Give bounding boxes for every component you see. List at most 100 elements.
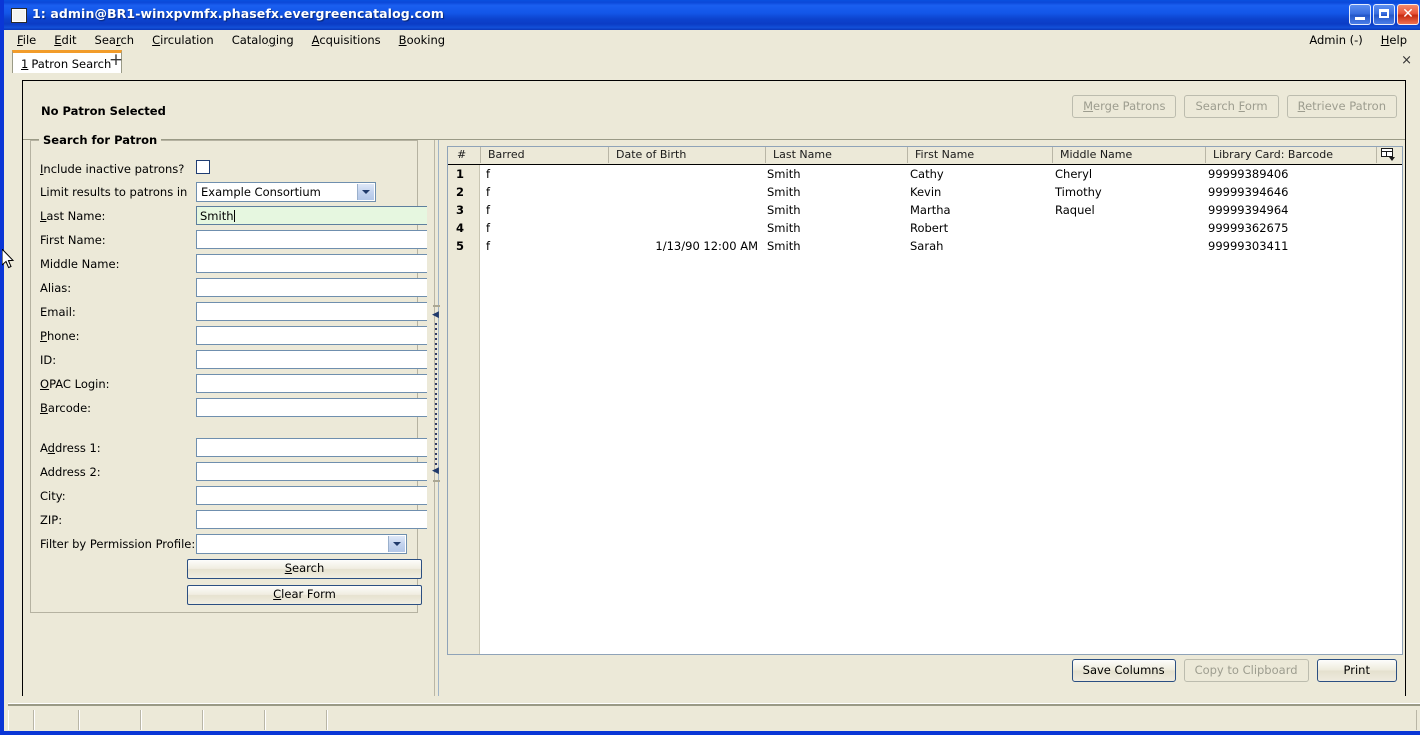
status-segment xyxy=(203,710,265,730)
search-fieldset-legend: Search for Patron xyxy=(39,133,162,147)
splitter-collapse-left-icon-2[interactable]: ◀ xyxy=(432,467,440,476)
splitter-nub-bottom xyxy=(433,480,440,482)
cell-last-name: Smith xyxy=(767,185,801,199)
table-row[interactable]: 3 f Smith Martha Raquel 99999394964 xyxy=(448,201,1402,219)
cell-barred: f xyxy=(486,185,491,199)
menu-help[interactable]: Help xyxy=(1372,31,1416,49)
field-city: City: xyxy=(40,486,431,508)
menu-file[interactable]: File xyxy=(8,31,45,49)
row-number: 5 xyxy=(455,239,464,253)
row-number: 1 xyxy=(455,167,464,181)
maximize-button[interactable] xyxy=(1373,4,1395,25)
menu-admin[interactable]: Admin (-) xyxy=(1300,31,1371,49)
menu-search[interactable]: Search xyxy=(86,31,144,49)
cell-last-name: Smith xyxy=(767,221,801,235)
first-name-input[interactable] xyxy=(196,230,431,249)
status-segment xyxy=(8,710,34,730)
search-form-button[interactable]: Search Form xyxy=(1184,95,1279,118)
cell-barcode: 99999394646 xyxy=(1208,185,1289,199)
city-input[interactable] xyxy=(196,486,431,505)
field-label: First Name: xyxy=(40,233,106,247)
field-label: Alias: xyxy=(40,281,72,295)
field-label: Phone: xyxy=(40,329,80,343)
last-name-input[interactable]: Smith xyxy=(196,206,431,225)
menu-circulation[interactable]: Circulation xyxy=(143,31,223,49)
field-zip: ZIP: xyxy=(40,510,431,532)
splitter-line-2 xyxy=(438,140,439,696)
menu-acquisitions[interactable]: Acquisitions xyxy=(303,31,390,49)
patron-status-bar: No Patron Selected Merge Patrons Search … xyxy=(23,81,1405,140)
id-input[interactable] xyxy=(196,350,431,369)
email-input[interactable] xyxy=(196,302,431,321)
print-button[interactable]: Print xyxy=(1316,659,1397,682)
field-phone: Phone: xyxy=(40,326,431,348)
cell-dob xyxy=(608,165,758,183)
zip-input[interactable] xyxy=(196,510,431,529)
close-button[interactable]: ✕ xyxy=(1397,4,1419,25)
field-limit-results: Limit results to patrons in Example Cons… xyxy=(40,182,410,204)
title-bar[interactable]: 1: admin@BR1-winxpvmfx.phasefx.evergreen… xyxy=(4,0,1420,30)
cell-barred: f xyxy=(486,203,491,217)
field-label: Middle Name: xyxy=(40,257,120,271)
search-fieldset: Search for Patron Include inactive patro… xyxy=(30,133,431,613)
cell-first-name: Sarah xyxy=(910,239,944,253)
patron-status-label: No Patron Selected xyxy=(41,104,166,118)
minimize-button[interactable] xyxy=(1349,4,1371,25)
middle-name-input[interactable] xyxy=(196,254,431,273)
cell-dob xyxy=(608,183,758,201)
row-number: 4 xyxy=(455,221,464,235)
copy-to-clipboard-button[interactable]: Copy to Clipboard xyxy=(1183,659,1309,682)
field-label: City: xyxy=(40,489,66,503)
field-label: OPAC Login: xyxy=(40,377,110,391)
barcode-input[interactable] xyxy=(196,398,431,417)
results-action-buttons: Save Columns Copy to Clipboard Print xyxy=(1071,659,1397,682)
menu-cataloging[interactable]: Cataloging xyxy=(223,31,303,49)
permission-profile-select[interactable] xyxy=(196,534,407,554)
splitter-nub-top xyxy=(433,305,440,307)
table-row[interactable]: 5 f 1/13/90 12:00 AM Smith Sarah 9999930… xyxy=(448,237,1402,255)
table-row[interactable]: 4 f Smith Robert 99999362675 xyxy=(448,219,1402,237)
save-columns-button[interactable]: Save Columns xyxy=(1071,659,1176,682)
chevron-down-icon xyxy=(388,536,405,552)
field-permission-profile: Filter by Permission Profile: xyxy=(40,534,410,556)
clear-form-button[interactable]: Clear Form xyxy=(187,585,422,605)
retrieve-patron-button[interactable]: Retrieve Patron xyxy=(1286,95,1397,118)
cell-barred: f xyxy=(486,167,491,181)
address-2-input[interactable] xyxy=(196,462,431,481)
results-table: # Barred Date of Birth Last Name First N… xyxy=(447,146,1403,655)
menu-booking[interactable]: Booking xyxy=(390,31,454,49)
field-label: Address 1: xyxy=(40,441,101,455)
search-button[interactable]: Search xyxy=(187,559,422,579)
new-tab-button[interactable]: + xyxy=(107,52,125,70)
menu-bar-right: Admin (-) Help xyxy=(1300,31,1420,49)
column-header-barred[interactable]: Barred xyxy=(480,147,608,163)
tab-patron-search[interactable]: 1 Patron Search xyxy=(12,50,123,73)
cell-barcode: 99999394964 xyxy=(1208,203,1289,217)
window-icon xyxy=(11,8,27,23)
column-header-first-name[interactable]: First Name xyxy=(907,147,1052,163)
merge-patrons-button[interactable]: Merge Patrons xyxy=(1072,95,1177,118)
column-header-last-name[interactable]: Last Name xyxy=(765,147,907,163)
table-row[interactable]: 1 f Smith Cathy Cheryl 99999389406 xyxy=(448,165,1402,183)
cell-last-name: Smith xyxy=(767,239,801,253)
column-header-middle-name[interactable]: Middle Name xyxy=(1052,147,1205,163)
phone-input[interactable] xyxy=(196,326,431,345)
close-tab-button[interactable]: × xyxy=(1401,53,1412,68)
column-picker-icon[interactable] xyxy=(1376,147,1402,163)
column-header-number[interactable]: # xyxy=(448,147,480,163)
field-label: Barcode: xyxy=(40,401,92,415)
alias-input[interactable] xyxy=(196,278,431,297)
column-header-dob[interactable]: Date of Birth xyxy=(608,147,765,163)
menu-edit[interactable]: Edit xyxy=(45,31,85,49)
include-inactive-checkbox[interactable] xyxy=(196,160,210,174)
column-header-library-card[interactable]: Library Card: Barcode xyxy=(1205,147,1376,163)
table-row[interactable]: 2 f Smith Kevin Timothy 99999394646 xyxy=(448,183,1402,201)
cell-last-name: Smith xyxy=(767,203,801,217)
address-1-input[interactable] xyxy=(196,438,431,457)
opac-login-input[interactable] xyxy=(196,374,431,393)
cell-dob xyxy=(608,219,758,237)
splitter-collapse-left-icon[interactable]: ◀ xyxy=(432,311,440,320)
limit-results-select[interactable]: Example Consortium xyxy=(196,182,376,202)
field-address-1: Address 1: xyxy=(40,438,431,460)
pane-splitter[interactable]: ◀ ◀ xyxy=(427,140,445,696)
